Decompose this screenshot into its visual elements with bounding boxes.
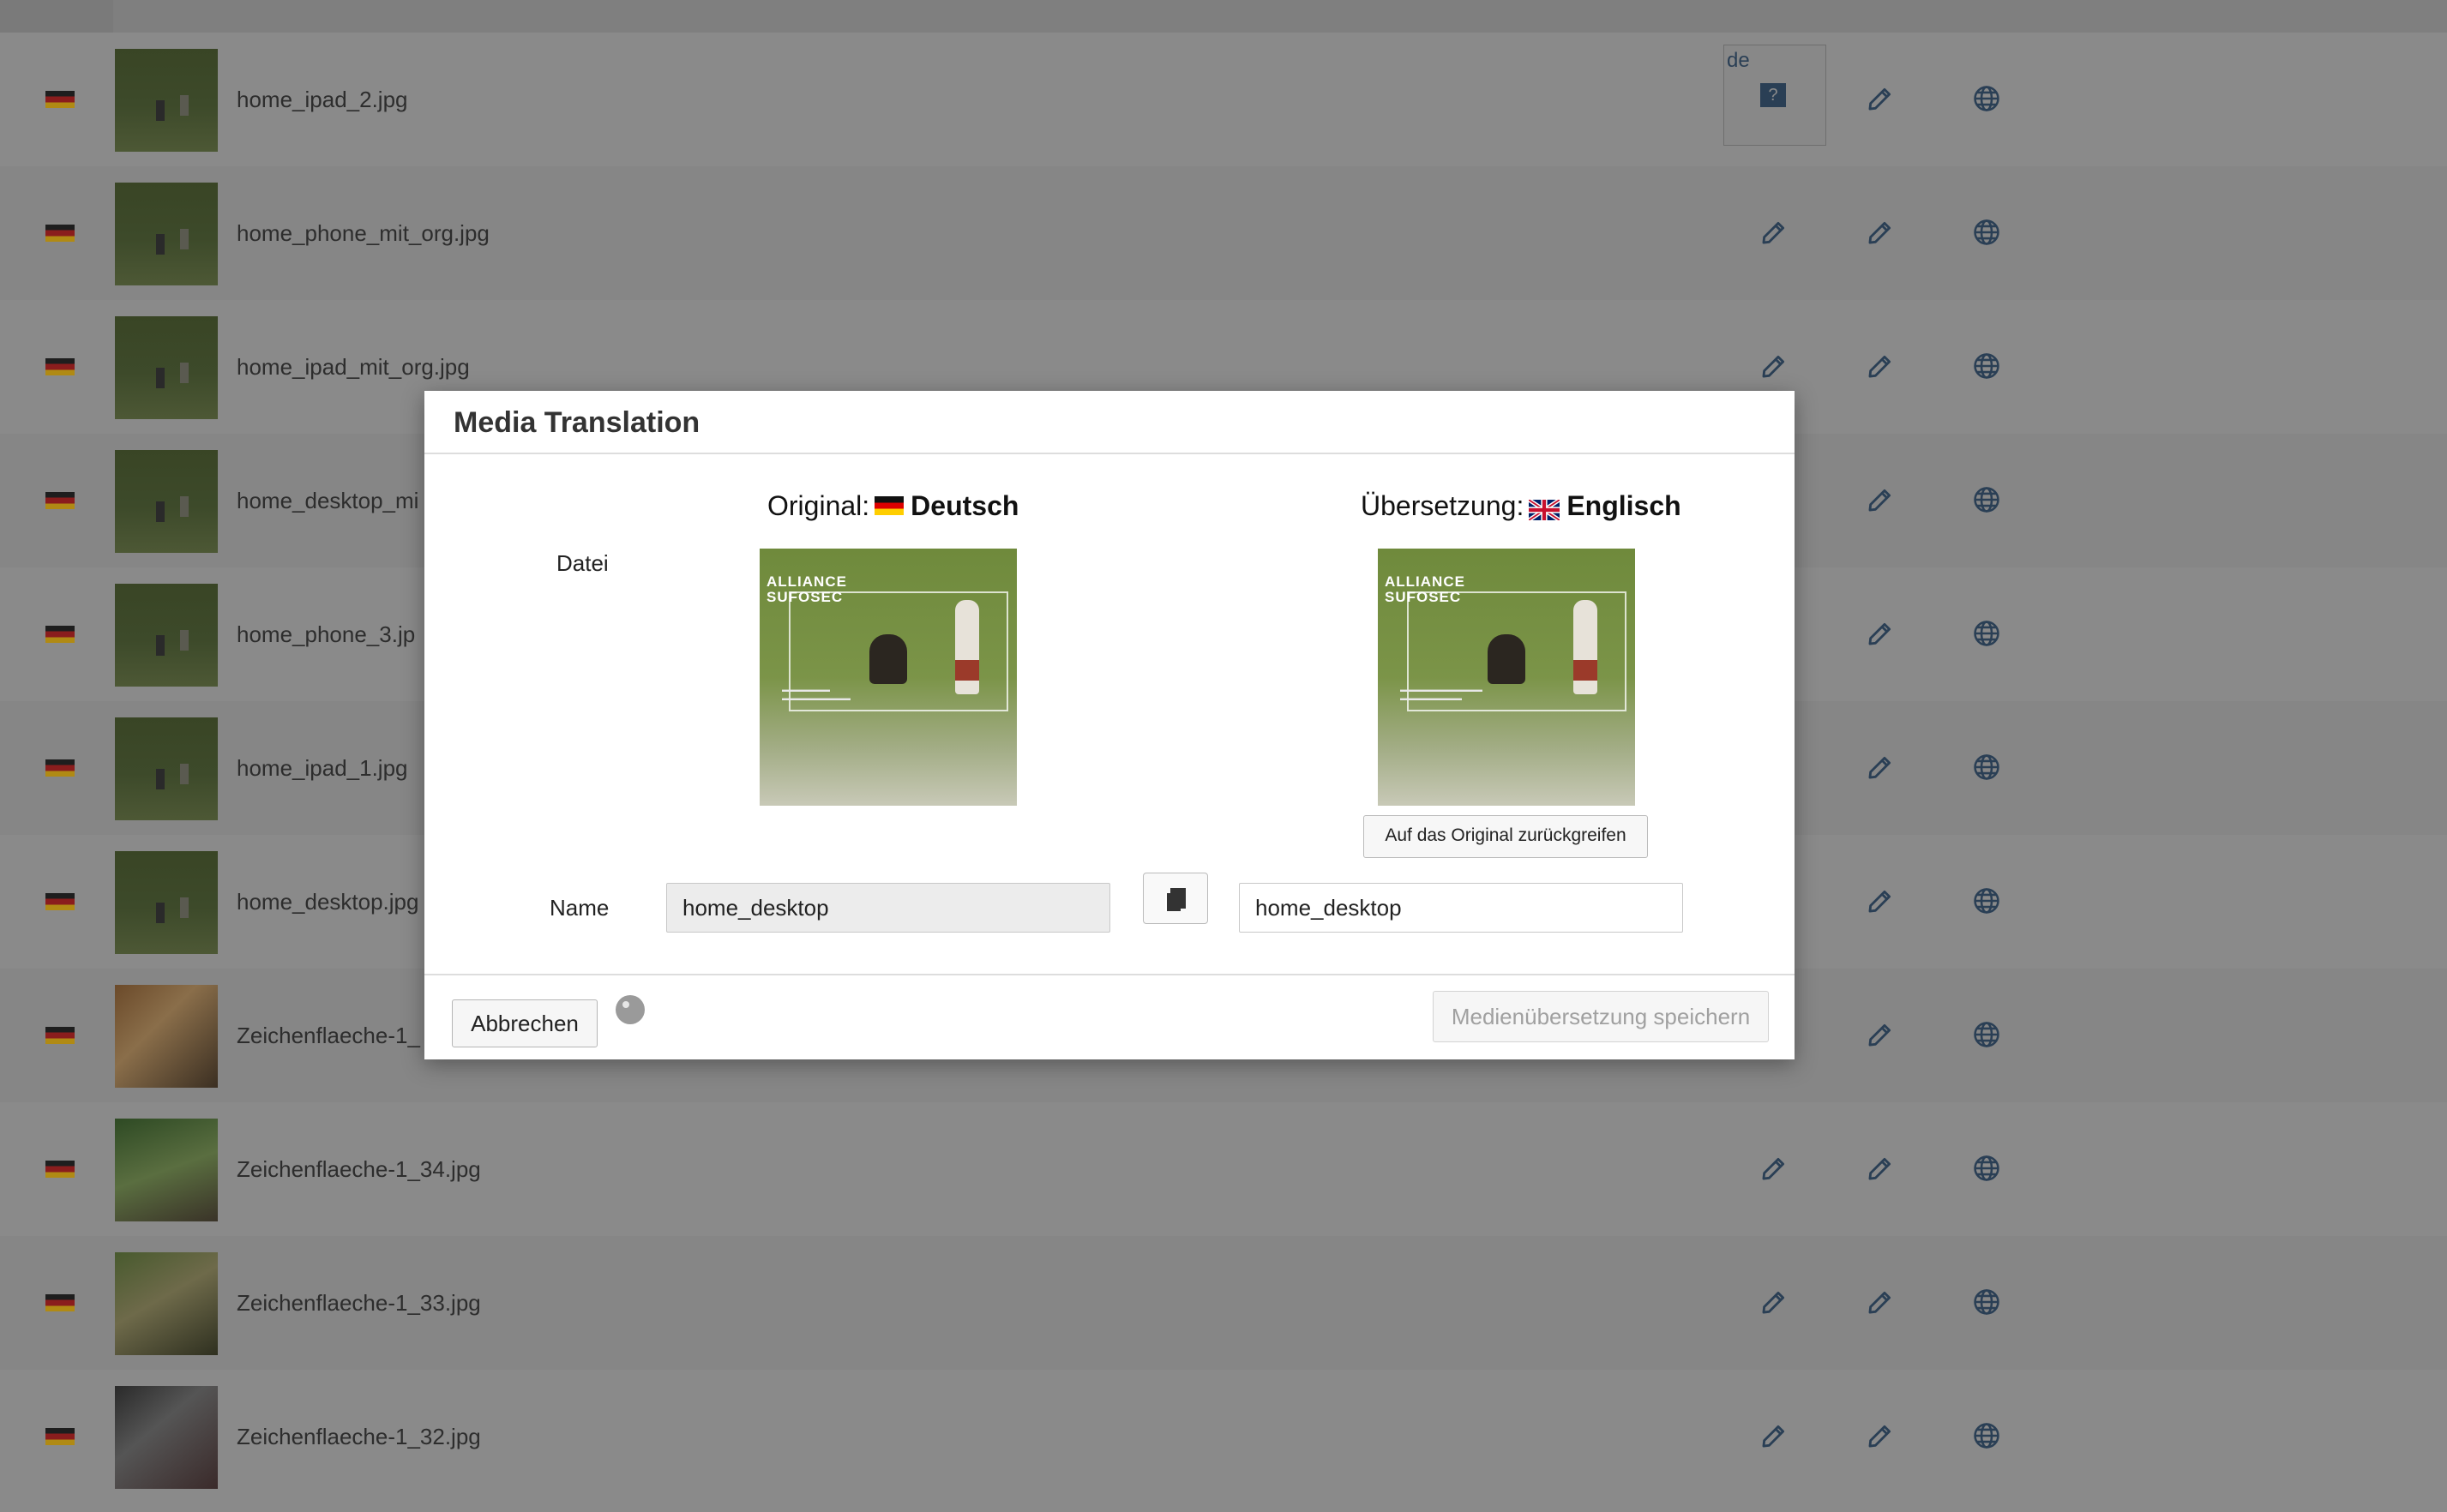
media-thumbnail[interactable]: [115, 985, 218, 1088]
original-prefix: Original:: [767, 490, 870, 521]
german-flag-icon: [45, 91, 75, 108]
media-thumbnail[interactable]: [115, 49, 218, 152]
edit-icon[interactable]: [1866, 619, 1895, 648]
german-flag-icon: [875, 495, 905, 515]
preview-brand-line1-translated: ALLIANCE: [1385, 573, 1465, 590]
dialog-footer: Abbrechen Medienübersetzung speichern: [424, 974, 1795, 1061]
file-label: Datei: [556, 550, 609, 576]
media-thumbnail[interactable]: [115, 316, 218, 419]
original-image-preview: ALLIANCE SUFOSEC ▬▬▬▬▬▬▬ ▬▬▬▬▬▬▬▬▬▬: [760, 549, 1017, 806]
edit-icon[interactable]: [1866, 84, 1895, 113]
original-name-field: home_desktop: [666, 883, 1110, 933]
german-flag-icon: [45, 759, 75, 777]
globe-icon[interactable]: [1972, 886, 2001, 915]
edit-icon[interactable]: [1866, 886, 1895, 915]
media-filename: home_phone_3.jp: [237, 621, 416, 647]
media-thumbnail[interactable]: [115, 584, 218, 687]
media-filename: home_ipad_1.jpg: [237, 755, 408, 781]
media-filename: home_desktop_mi: [237, 488, 419, 513]
top-strip: [0, 0, 2447, 33]
media-row: Zeichenflaeche-1_32.jpg: [0, 1370, 2447, 1503]
media-filename: home_phone_mit_org.jpg: [237, 220, 490, 246]
edit-icon[interactable]: [1866, 351, 1895, 381]
language-badge-label: de: [1727, 49, 1750, 72]
copy-icon: [1165, 888, 1186, 911]
german-flag-icon: [45, 1294, 75, 1311]
german-flag-icon: [45, 358, 75, 375]
media-thumbnail[interactable]: [115, 1386, 218, 1489]
save-translation-button[interactable]: Medienübersetzung speichern: [1433, 991, 1769, 1042]
media-thumbnail[interactable]: [115, 183, 218, 285]
unknown-translation-icon: ?: [1760, 83, 1786, 107]
media-translation-dialog: Media Translation Original: Deutsch Übers…: [424, 391, 1795, 1059]
dialog-header: Media Translation: [424, 391, 1795, 454]
german-flag-icon: [45, 893, 75, 910]
globe-icon[interactable]: [1972, 753, 2001, 782]
media-filename: home_desktop.jpg: [237, 889, 419, 915]
cancel-button[interactable]: Abbrechen: [452, 999, 598, 1047]
german-flag-icon: [45, 1161, 75, 1178]
media-row: home_phone_mit_org.jpg: [0, 166, 2447, 300]
revert-to-original-button[interactable]: Auf das Original zurückgreifen: [1363, 815, 1648, 858]
media-filename: Zeichenflaeche-1_: [237, 1023, 420, 1048]
edit-icon[interactable]: [1866, 1020, 1895, 1049]
uk-flag-icon: [1527, 495, 1561, 522]
globe-icon[interactable]: [1972, 84, 2001, 113]
edit-icon[interactable]: [1866, 218, 1895, 247]
edit-icon[interactable]: [1866, 753, 1895, 782]
german-flag-icon: [45, 225, 75, 242]
media-filename: home_ipad_2.jpg: [237, 87, 408, 112]
translated-name-input[interactable]: home_desktop: [1239, 883, 1683, 933]
globe-icon[interactable]: [1972, 1287, 2001, 1317]
translation-language: Englisch: [1566, 490, 1681, 521]
preview-brand-line1: ALLIANCE: [767, 573, 847, 590]
edit-icon[interactable]: [1866, 1287, 1895, 1317]
top-strip-column: [0, 0, 113, 33]
dialog-title: Media Translation: [454, 406, 700, 439]
globe-icon[interactable]: [1972, 1020, 2001, 1049]
globe-icon[interactable]: [1972, 485, 2001, 514]
loading-spinner-icon: [616, 995, 645, 1024]
globe-icon[interactable]: [1972, 218, 2001, 247]
translated-image-preview[interactable]: ALLIANCE SUFOSEC ▬▬▬▬▬▬▬▬▬▬▬▬ ▬▬▬▬▬▬▬▬▬: [1378, 549, 1635, 806]
media-row: Zeichenflaeche-1_33.jpg: [0, 1236, 2447, 1370]
original-column-heading: Original: Deutsch: [767, 490, 1019, 522]
edit-icon[interactable]: [1866, 485, 1895, 514]
globe-icon[interactable]: [1972, 619, 2001, 648]
edit-translation-icon[interactable]: [1759, 1421, 1789, 1450]
media-thumbnail[interactable]: [115, 1252, 218, 1355]
copy-name-button[interactable]: [1143, 873, 1208, 924]
original-language: Deutsch: [911, 490, 1019, 521]
media-row: Zeichenflaeche-1_34.jpg: [0, 1102, 2447, 1236]
media-filename: Zeichenflaeche-1_33.jpg: [237, 1290, 481, 1316]
german-flag-icon: [45, 1428, 75, 1445]
language-badge-de[interactable]: de?: [1723, 45, 1826, 146]
globe-icon[interactable]: [1972, 1154, 2001, 1183]
translation-column-heading: Übersetzung: Englisch: [1361, 490, 1681, 522]
preview-brand-line2-translated: SUFOSEC: [1385, 589, 1462, 605]
edit-translation-icon[interactable]: [1759, 218, 1789, 247]
media-row: home_ipad_2.jpg de?: [0, 33, 2447, 166]
german-flag-icon: [45, 492, 75, 509]
media-thumbnail[interactable]: [115, 450, 218, 553]
german-flag-icon: [45, 1027, 75, 1044]
preview-brand-line2: SUFOSEC: [767, 589, 844, 605]
edit-icon[interactable]: [1866, 1421, 1895, 1450]
globe-icon[interactable]: [1972, 1421, 2001, 1450]
german-flag-icon: [45, 626, 75, 643]
edit-icon[interactable]: [1866, 1154, 1895, 1183]
edit-translation-icon[interactable]: [1759, 1287, 1789, 1317]
globe-icon[interactable]: [1972, 351, 2001, 381]
translation-prefix: Übersetzung:: [1361, 490, 1524, 521]
media-thumbnail[interactable]: [115, 717, 218, 820]
edit-translation-icon[interactable]: [1759, 1154, 1789, 1183]
media-thumbnail[interactable]: [115, 851, 218, 954]
media-filename: home_ipad_mit_org.jpg: [237, 354, 470, 380]
name-label: Name: [550, 895, 610, 921]
media-filename: Zeichenflaeche-1_34.jpg: [237, 1156, 481, 1182]
media-filename: Zeichenflaeche-1_32.jpg: [237, 1424, 481, 1449]
media-thumbnail[interactable]: [115, 1119, 218, 1221]
edit-translation-icon[interactable]: [1759, 351, 1789, 381]
